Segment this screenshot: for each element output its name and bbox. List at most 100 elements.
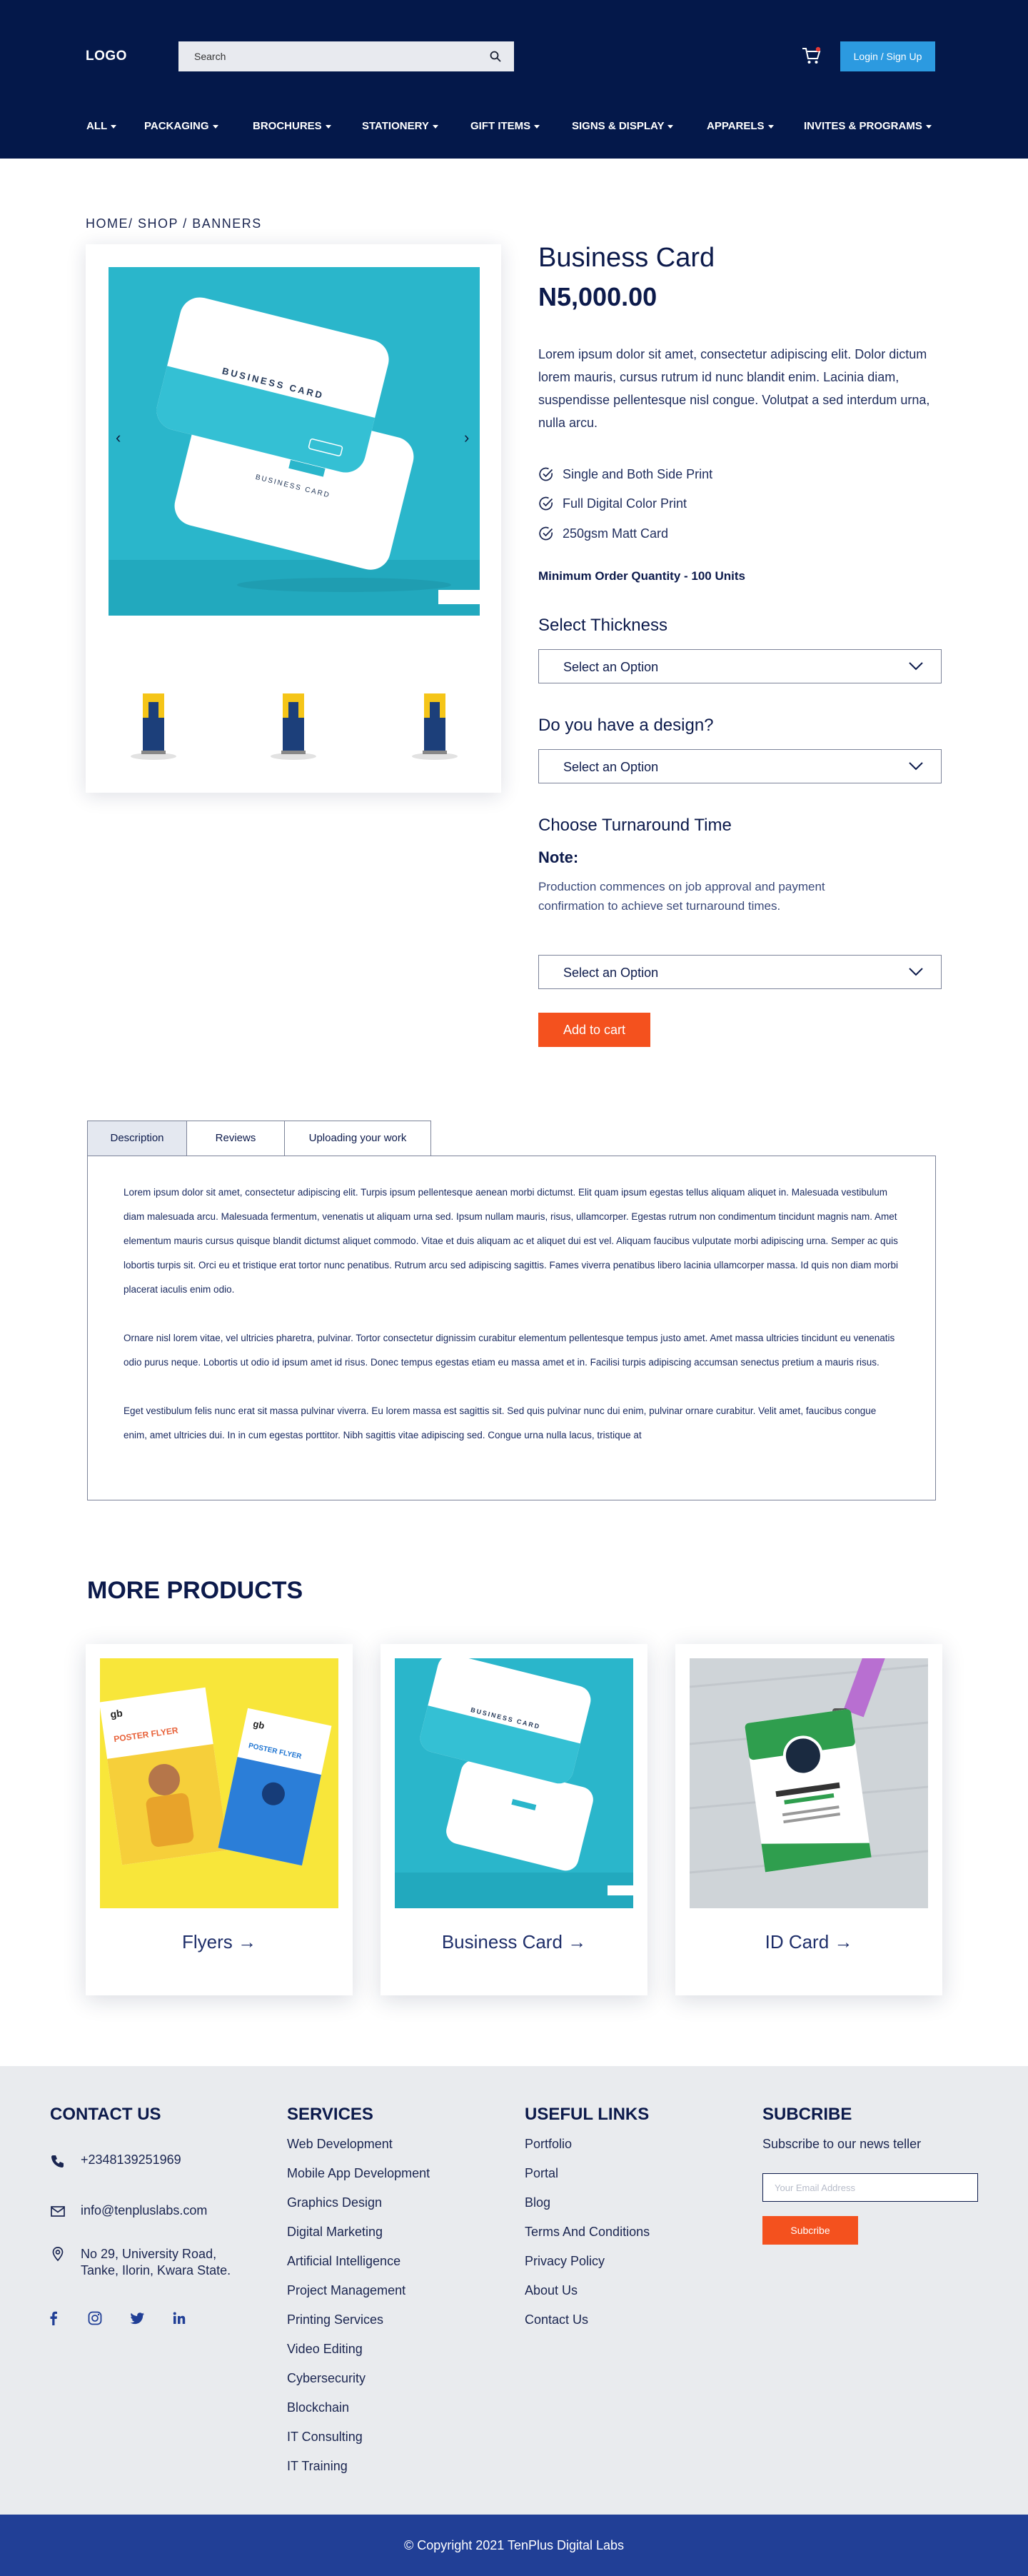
search-input[interactable] — [178, 41, 485, 71]
nav-label: APPARELS — [707, 120, 765, 132]
nav-item-all[interactable]: ALL — [86, 120, 117, 132]
main-nav: ALL PACKAGING BROCHURES STATIONERY GIFT … — [0, 120, 1028, 141]
product-card-label[interactable]: Flyers → — [86, 1931, 353, 1953]
nav-label: ALL — [86, 120, 108, 132]
instagram-icon[interactable] — [87, 2310, 103, 2326]
nav-item-packaging[interactable]: PACKAGING — [144, 120, 218, 132]
footer-useful-link[interactable]: Contact Us — [525, 2312, 588, 2327]
gallery-prev-arrow[interactable]: ‹ — [116, 429, 121, 447]
site-logo[interactable]: LOGO — [86, 49, 127, 64]
product-title: Business Card — [538, 243, 715, 273]
nav-label: PACKAGING — [144, 120, 209, 132]
footer-service-link[interactable]: Digital Marketing — [287, 2225, 383, 2240]
cart-icon[interactable] — [801, 46, 822, 66]
select-value: Select an Option — [563, 966, 659, 980]
footer-service-link[interactable]: Web Development — [287, 2137, 393, 2152]
caret-down-icon — [925, 124, 932, 129]
footer-service-link[interactable]: IT Consulting — [287, 2430, 363, 2445]
nav-item-gift-items[interactable]: GIFT ITEMS — [470, 120, 540, 132]
product-gallery: BUSINESS CARD BUSINESS CARD ‹ › — [86, 244, 501, 793]
add-to-cart-button[interactable]: Add to cart — [538, 1013, 650, 1047]
id-card-image — [690, 1658, 928, 1908]
subscribe-email-input[interactable] — [762, 2173, 978, 2202]
more-products-heading: MORE PRODUCTS — [87, 1577, 303, 1604]
description-paragraph: Ornare nisl lorem vitae, vel ultricies p… — [124, 1333, 895, 1368]
login-signup-button[interactable]: Login / Sign Up — [840, 41, 935, 71]
footer-useful-link[interactable]: Blog — [525, 2195, 550, 2210]
footer-service-link[interactable]: IT Training — [287, 2459, 348, 2474]
product-card-business-card[interactable]: BUSINESS CARD Business Card → — [381, 1644, 647, 1995]
footer-service-link[interactable]: Video Editing — [287, 2342, 363, 2357]
turnaround-select[interactable]: Select an Option — [538, 955, 942, 989]
gallery-next-arrow[interactable]: › — [464, 429, 469, 447]
subscribe-button[interactable]: Subcribe — [762, 2216, 858, 2245]
footer-useful-link[interactable]: Portal — [525, 2166, 558, 2181]
flyers-image: gb POSTER FLYER gb POSTER FLYER — [100, 1658, 338, 1908]
nav-label: SIGNS & DISPLAY — [572, 120, 665, 132]
caret-down-icon — [767, 124, 774, 129]
contact-phone[interactable]: +2348139251969 — [81, 2152, 181, 2167]
gallery-thumbnail[interactable] — [128, 683, 178, 762]
tab-description[interactable]: Description — [87, 1121, 187, 1156]
note-text: Production commences on job approval and… — [538, 880, 825, 913]
footer-useful-link[interactable]: Terms And Conditions — [525, 2225, 650, 2240]
product-card-id-card[interactable]: ID Card → — [675, 1644, 942, 1995]
flyer-brand: gb — [109, 1707, 123, 1720]
product-card-label[interactable]: ID Card → — [675, 1931, 942, 1953]
contact-email[interactable]: info@tenpluslabs.com — [81, 2203, 207, 2218]
caret-down-icon — [667, 124, 674, 129]
feature-label: Full Digital Color Print — [563, 496, 687, 511]
tab-reviews[interactable]: Reviews — [186, 1121, 285, 1156]
footer-service-link[interactable]: Printing Services — [287, 2312, 383, 2327]
tab-uploading-your-work[interactable]: Uploading your work — [284, 1121, 431, 1156]
product-card-label[interactable]: Business Card → — [381, 1931, 647, 1953]
business-card-mockup: BUSINESS CARD BUSINESS CARD — [109, 267, 480, 616]
facebook-icon[interactable] — [46, 2310, 61, 2326]
contact-address-line1: No 29, University Road, — [81, 2247, 217, 2261]
product-main-image: BUSINESS CARD BUSINESS CARD ‹ › — [109, 267, 480, 616]
tab-panel-description: Lorem ipsum dolor sit amet, consectetur … — [87, 1156, 936, 1500]
subscribe-heading: SUBCRIBE — [762, 2105, 852, 2124]
gallery-thumbnail[interactable] — [410, 683, 460, 762]
gallery-thumbnail[interactable] — [268, 683, 318, 762]
business-card-image: BUSINESS CARD — [395, 1658, 633, 1908]
footer-service-link[interactable]: Project Management — [287, 2283, 405, 2298]
footer-service-link[interactable]: Mobile App Development — [287, 2166, 430, 2181]
linkedin-icon[interactable] — [171, 2310, 187, 2326]
subscribe-text: Subscribe to our news teller — [762, 2137, 922, 2151]
product-card-flyers[interactable]: gb POSTER FLYER gb POSTER FLYER Flyers → — [86, 1644, 353, 1995]
description-paragraph: Lorem ipsum dolor sit amet, consectetur … — [124, 1187, 898, 1295]
breadcrumb[interactable]: HOME/ SHOP / BANNERS — [86, 216, 262, 231]
design-select[interactable]: Select an Option — [538, 749, 942, 783]
nav-item-signs-display[interactable]: SIGNS & DISPLAY — [572, 120, 674, 132]
twitter-icon[interactable] — [129, 2310, 145, 2326]
footer-useful-link[interactable]: Portfolio — [525, 2137, 572, 2152]
design-heading: Do you have a design? — [538, 716, 714, 735]
search-icon[interactable] — [490, 51, 501, 62]
description-paragraph: Eget vestibulum felis nunc erat sit mass… — [124, 1405, 877, 1440]
contact-heading: CONTACT US — [50, 2105, 161, 2124]
turnaround-heading: Choose Turnaround Time — [538, 816, 732, 835]
check-circle-icon — [539, 526, 553, 541]
useful-links-heading: USEFUL LINKS — [525, 2105, 650, 2124]
site-footer — [0, 2066, 1028, 2515]
footer-service-link[interactable]: Graphics Design — [287, 2195, 382, 2210]
nav-item-stationery[interactable]: STATIONERY — [362, 120, 438, 132]
minimum-order-quantity: Minimum Order Quantity - 100 Units — [538, 569, 745, 583]
nav-item-brochures[interactable]: BROCHURES — [253, 120, 331, 132]
nav-item-apparels[interactable]: APPARELS — [707, 120, 774, 132]
footer-service-link[interactable]: Artificial Intelligence — [287, 2254, 400, 2269]
nav-label: GIFT ITEMS — [470, 120, 531, 132]
footer-useful-link[interactable]: Privacy Policy — [525, 2254, 605, 2269]
footer-service-link[interactable]: Blockchain — [287, 2400, 349, 2415]
thickness-select[interactable]: Select an Option — [538, 649, 942, 683]
nav-label: INVITES & PROGRAMS — [804, 120, 922, 132]
phone-icon — [51, 2155, 64, 2167]
footer-useful-link[interactable]: About Us — [525, 2283, 578, 2298]
footer-service-link[interactable]: Cybersecurity — [287, 2371, 366, 2386]
site-header: LOGO Login / Sign Up ALL PACKAGING BROCH… — [0, 0, 1028, 159]
nav-item-invites-programs[interactable]: INVITES & PROGRAMS — [804, 120, 932, 132]
copyright-bar: © Copyright 2021 TenPlus Digital Labs — [0, 2515, 1028, 2576]
contact-address-line2: Tanke, Ilorin, Kwara State. — [81, 2263, 231, 2277]
thickness-heading: Select Thickness — [538, 616, 667, 635]
